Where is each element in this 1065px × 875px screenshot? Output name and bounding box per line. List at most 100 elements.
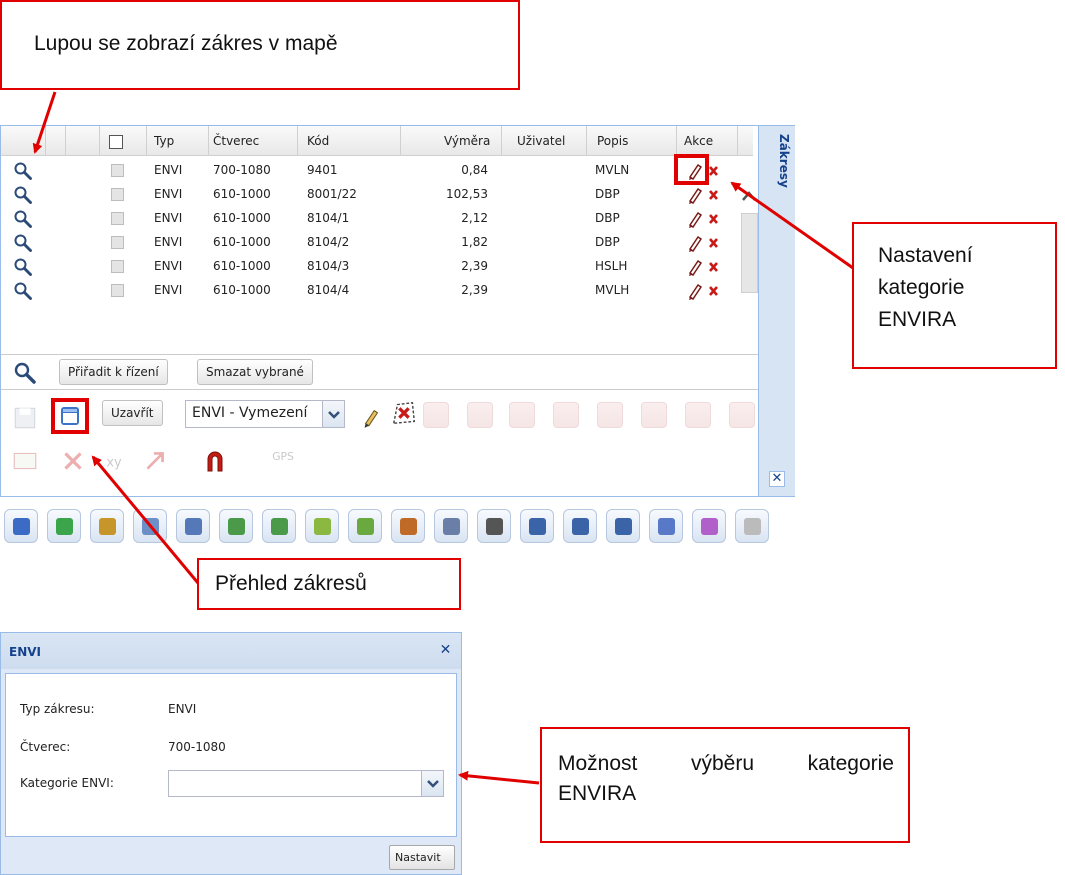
row-checkbox[interactable]	[111, 212, 124, 225]
search-icon[interactable]	[13, 361, 37, 385]
side-tab-label: Zákresy	[777, 134, 791, 188]
overview-button[interactable]	[51, 398, 89, 434]
delete-icon[interactable]	[709, 262, 718, 272]
col-typ[interactable]: Typ	[154, 134, 174, 148]
pencil-icon[interactable]	[688, 187, 703, 204]
cell-popis: DBP	[595, 187, 620, 201]
ruler-icon[interactable]	[305, 509, 339, 543]
report-icon[interactable]	[434, 509, 468, 543]
col-vymera[interactable]: Výměra	[444, 134, 490, 148]
col-kod[interactable]: Kód	[307, 134, 329, 148]
table-row[interactable]: ENVI 610-1000 8104/1 2,12 DBP	[1, 207, 741, 230]
print-icon-glyph	[529, 518, 546, 535]
table-row[interactable]: ENVI 610-1000 8104/3 2,39 HSLH	[1, 255, 741, 278]
side-tab-zakresy[interactable]: Zákresy ✕	[758, 126, 795, 496]
delete-icon[interactable]	[709, 190, 718, 200]
delete-icon[interactable]	[709, 238, 718, 248]
print-icon[interactable]	[606, 509, 640, 543]
arrow-icon[interactable]	[141, 447, 169, 475]
union-icon[interactable]	[685, 402, 711, 428]
gps-icon[interactable]: GPS	[269, 443, 297, 471]
delete-vertices-icon[interactable]	[390, 399, 418, 427]
row-actions	[688, 235, 718, 252]
side-close-icon[interactable]: ✕	[769, 471, 785, 487]
brush-icon[interactable]	[90, 509, 124, 543]
callout-select: Možnost výběru kategorie ENVIRA	[540, 727, 910, 843]
xy-icon[interactable]: xy	[101, 447, 129, 475]
row-checkbox[interactable]	[111, 236, 124, 249]
settings-icon[interactable]	[735, 509, 769, 543]
remove-icon[interactable]	[59, 447, 87, 475]
export-icon[interactable]	[391, 509, 425, 543]
row-checkbox[interactable]	[111, 260, 124, 273]
set-button[interactable]: Nastavit	[389, 845, 455, 870]
cut-polygon-icon[interactable]	[553, 402, 579, 428]
table-row[interactable]: ENVI 610-1000 8001/22 102,53 DBP	[1, 183, 741, 206]
close-edit-button[interactable]: Uzavřít	[102, 400, 163, 426]
split-polygon-icon[interactable]	[467, 402, 493, 428]
print-icon[interactable]	[520, 509, 554, 543]
kategorie-combo[interactable]	[168, 770, 444, 797]
print-icon[interactable]	[563, 509, 597, 543]
delete-icon[interactable]	[709, 286, 718, 296]
draw-pencil-icon[interactable]	[357, 402, 385, 430]
erase-icon[interactable]	[729, 402, 755, 428]
download-icon[interactable]	[219, 509, 253, 543]
search-icon[interactable]	[13, 257, 33, 277]
route-icon[interactable]	[649, 509, 683, 543]
eraser-icon[interactable]	[692, 509, 726, 543]
cell-ctverec: 610-1000	[213, 187, 271, 201]
col-ctverec[interactable]: Čtverec	[213, 134, 259, 148]
window-icon-glyph	[142, 518, 159, 535]
save-icon[interactable]	[11, 404, 39, 432]
dialog-close-icon[interactable]: ✕	[438, 643, 453, 658]
cell-vymera: 102,53	[446, 187, 488, 201]
search-icon[interactable]	[13, 209, 33, 229]
rotate-icon[interactable]	[597, 402, 623, 428]
scrollbar-thumb[interactable]	[741, 213, 758, 293]
col-uzivatel[interactable]: Uživatel	[517, 134, 565, 148]
measure-icon[interactable]	[176, 509, 210, 543]
refresh-icon[interactable]	[47, 509, 81, 543]
row-checkbox[interactable]	[111, 188, 124, 201]
table-row[interactable]: ENVI 610-1000 8104/4 2,39 MVLH	[1, 279, 741, 302]
row-checkbox[interactable]	[111, 284, 124, 297]
delete-icon[interactable]	[709, 166, 718, 176]
drawing-type-value: ENVI - Vymezení	[192, 405, 308, 421]
binoculars-icon[interactable]	[477, 509, 511, 543]
grid-header: Typ Čtverec Kód Výměra Uživatel Popis Ak…	[1, 126, 753, 156]
cut-icon[interactable]	[11, 447, 39, 475]
assign-button[interactable]: Přiřadit k řízení	[59, 359, 168, 385]
magnet-icon[interactable]	[201, 447, 229, 475]
col-akce[interactable]: Akce	[684, 134, 713, 148]
download-icon-glyph	[228, 518, 245, 535]
layers-icon[interactable]	[348, 509, 382, 543]
pencil-icon[interactable]	[688, 235, 703, 252]
window-icon[interactable]	[133, 509, 167, 543]
upload-icon-glyph	[271, 518, 288, 535]
edit-tool-icon[interactable]	[4, 509, 38, 543]
callout-magnifier: Lupou se zobrazí zákres v mapě	[0, 0, 520, 90]
table-row[interactable]: ENVI 700-1080 9401 0,84 MVLN	[1, 154, 741, 185]
cell-kod: 8104/4	[307, 283, 350, 297]
cell-typ: ENVI	[154, 235, 183, 249]
delete-icon[interactable]	[709, 214, 718, 224]
move-icon[interactable]	[641, 402, 667, 428]
merge-icon[interactable]	[509, 402, 535, 428]
table-row[interactable]: ENVI 610-1000 8104/2 1,82 DBP	[1, 231, 741, 254]
col-popis[interactable]: Popis	[597, 134, 628, 148]
search-icon[interactable]	[13, 233, 33, 253]
select-all-checkbox[interactable]	[109, 135, 123, 149]
drawing-type-select[interactable]: ENVI - Vymezení	[185, 400, 345, 428]
search-icon[interactable]	[13, 185, 33, 205]
pencil-icon[interactable]	[688, 283, 703, 300]
row-checkbox[interactable]	[111, 164, 124, 177]
search-icon[interactable]	[13, 161, 33, 181]
add-polygon-icon[interactable]	[423, 402, 449, 428]
cell-ctverec: 700-1080	[213, 163, 271, 177]
pencil-icon[interactable]	[688, 211, 703, 228]
search-icon[interactable]	[13, 281, 33, 301]
delete-selected-button[interactable]: Smazat vybrané	[197, 359, 313, 385]
upload-icon[interactable]	[262, 509, 296, 543]
pencil-icon[interactable]	[688, 259, 703, 276]
